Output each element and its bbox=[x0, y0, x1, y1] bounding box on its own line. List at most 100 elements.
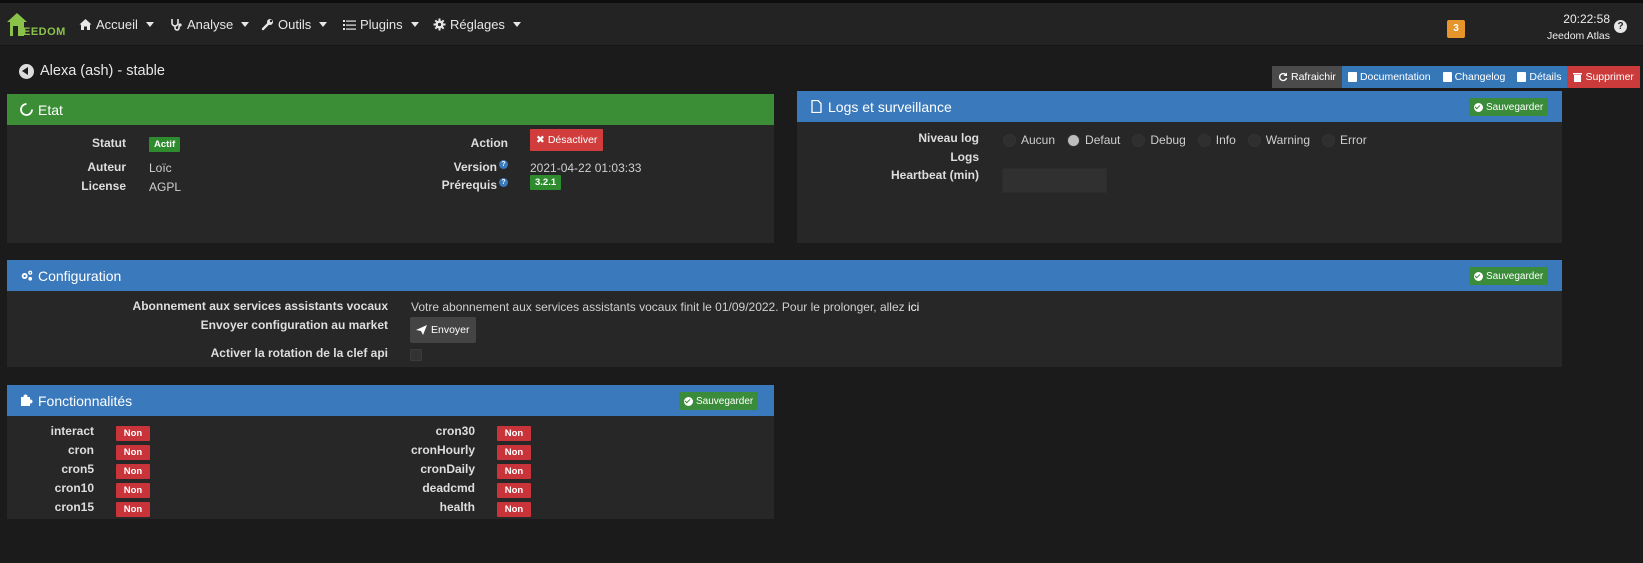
radio-label: Warning bbox=[1265, 133, 1311, 147]
radio-dot bbox=[1003, 133, 1016, 147]
question-circle-icon[interactable]: ? bbox=[499, 160, 508, 169]
logs-save-button[interactable]: Sauvegarder bbox=[1469, 98, 1549, 116]
chevron-down-icon bbox=[145, 22, 154, 27]
config-save-label: Sauvegarder bbox=[1486, 270, 1544, 282]
radio-dot bbox=[1322, 133, 1336, 147]
desactiver-button[interactable]: ✖ Désactiver bbox=[530, 129, 604, 151]
envoyer-button[interactable]: Envoyer bbox=[410, 317, 476, 343]
help-icon[interactable]: ? bbox=[1614, 20, 1627, 33]
feature-status-badge: Non bbox=[497, 483, 531, 498]
feature-status-badge: Non bbox=[497, 464, 531, 479]
nav-analyse[interactable]: Analyse bbox=[170, 17, 250, 32]
delete-label: Supprimer bbox=[1585, 71, 1634, 83]
clock-time: 20:22:58 bbox=[1563, 12, 1610, 26]
logo-text: EEDOM bbox=[23, 26, 66, 38]
feature-status-badge: Non bbox=[116, 464, 150, 479]
auteur-label: Auteur bbox=[87, 160, 126, 174]
rotation-checkbox[interactable] bbox=[410, 349, 422, 361]
fonctionnalites-save-button[interactable]: Sauvegarder bbox=[679, 392, 759, 410]
feature-status-badge: Non bbox=[497, 502, 531, 517]
radio-label: Info bbox=[1215, 133, 1236, 147]
changelog-label: Changelog bbox=[1454, 71, 1506, 83]
nav-plugins[interactable]: Plugins bbox=[343, 17, 419, 32]
puzzle-icon bbox=[21, 394, 33, 406]
book-icon bbox=[1347, 72, 1357, 82]
feature-name: health bbox=[439, 500, 475, 514]
radio-dot bbox=[1132, 133, 1146, 147]
feature-name: deadcmd bbox=[422, 481, 475, 495]
delete-button[interactable]: Supprimer bbox=[1567, 66, 1640, 88]
rotation-label: Activer la rotation de la clef api bbox=[210, 346, 388, 360]
chevron-down-icon bbox=[512, 22, 521, 27]
page-title: Alexa (ash) - stable bbox=[19, 63, 165, 79]
notification-badge[interactable]: 3 bbox=[1447, 20, 1465, 38]
refresh-icon bbox=[1278, 72, 1288, 82]
refresh-label: Rafraichir bbox=[1291, 71, 1336, 83]
radio-label: Debug bbox=[1150, 133, 1186, 147]
cog-icon bbox=[433, 18, 446, 31]
stethoscope-icon bbox=[171, 19, 182, 31]
nav-accueil[interactable]: Accueil bbox=[79, 17, 154, 32]
version-label: Version? bbox=[400, 160, 508, 174]
feature-status-badge: Non bbox=[497, 426, 531, 441]
top-navbar: EEDOM Accueil Analyse Outils Plugins Rég… bbox=[0, 0, 1643, 46]
book-icon bbox=[1517, 72, 1527, 82]
radio-aucun[interactable]: Aucun bbox=[1003, 133, 1055, 147]
feature-status-badge: Non bbox=[116, 502, 150, 517]
details-button[interactable]: Détails bbox=[1511, 66, 1568, 88]
log-level-radio-group: Aucun Defaut Debug Info Warning Error bbox=[1003, 133, 1379, 147]
question-circle-icon[interactable]: ? bbox=[499, 178, 508, 187]
radio-dot bbox=[1247, 133, 1261, 147]
radio-info[interactable]: Info bbox=[1197, 133, 1236, 147]
version-label-text: Version bbox=[453, 160, 497, 174]
prerequis-badge: 3.2.1 bbox=[530, 175, 562, 190]
feature-status-badge: Non bbox=[116, 445, 150, 460]
radio-debug[interactable]: Debug bbox=[1132, 133, 1186, 147]
configuration-title: Configuration bbox=[38, 267, 122, 284]
radio-dot-selected bbox=[1067, 133, 1081, 147]
close-icon: ✖ bbox=[536, 134, 545, 146]
check-circle-icon bbox=[1474, 271, 1483, 281]
radio-defaut[interactable]: Defaut bbox=[1067, 133, 1120, 147]
changelog-button[interactable]: Changelog bbox=[1436, 66, 1512, 88]
logs-label: Logs bbox=[950, 150, 979, 164]
back-arrow-icon[interactable] bbox=[19, 63, 34, 79]
jeedom-logo[interactable]: EEDOM bbox=[6, 9, 66, 41]
documentation-button[interactable]: Documentation bbox=[1341, 66, 1437, 88]
paper-plane-icon bbox=[416, 325, 427, 335]
config-save-button[interactable]: Sauvegarder bbox=[1469, 267, 1549, 285]
etat-title: Etat bbox=[38, 101, 63, 118]
nav-reglages[interactable]: Réglages bbox=[433, 17, 521, 32]
feature-status-badge: Non bbox=[116, 483, 150, 498]
nav-outils[interactable]: Outils bbox=[261, 17, 328, 32]
feature-status-badge: Non bbox=[497, 445, 531, 460]
radio-dot bbox=[1197, 133, 1211, 147]
license-label: License bbox=[81, 179, 126, 193]
abonnement-link[interactable]: ici bbox=[908, 300, 919, 314]
abonnement-label: Abonnement aux services assistants vocau… bbox=[132, 299, 388, 313]
radio-warning[interactable]: Warning bbox=[1247, 133, 1311, 147]
logs-title: Logs et surveillance bbox=[828, 98, 952, 115]
chevron-down-icon bbox=[410, 22, 419, 27]
documentation-label: Documentation bbox=[1359, 71, 1431, 83]
chevron-down-icon bbox=[241, 22, 250, 27]
nav-analyse-label: Analyse bbox=[187, 17, 234, 32]
radio-error[interactable]: Error bbox=[1322, 133, 1367, 147]
refresh-button[interactable]: Rafraichir bbox=[1272, 66, 1342, 88]
desactiver-label: Désactiver bbox=[547, 134, 598, 146]
statut-label: Statut bbox=[92, 136, 126, 150]
heartbeat-input[interactable] bbox=[1002, 168, 1107, 193]
feature-name: interact bbox=[50, 424, 94, 438]
feature-name: cron10 bbox=[54, 481, 94, 495]
fonctionnalites-title: Fonctionnalités bbox=[38, 392, 133, 409]
details-label: Détails bbox=[1529, 71, 1562, 83]
plugin-title: Alexa (ash) - stable bbox=[40, 63, 165, 79]
statut-badge: Actif bbox=[149, 137, 181, 152]
feature-name: cronHourly bbox=[410, 443, 475, 457]
nav-accueil-label: Accueil bbox=[96, 17, 138, 32]
configuration-panel-header: Configuration Sauvegarder bbox=[7, 260, 1562, 291]
user-name[interactable]: Jeedom Atlas bbox=[1520, 30, 1610, 42]
abonnement-message: Votre abonnement aux services assistants… bbox=[411, 300, 905, 314]
check-circle-icon bbox=[1474, 102, 1483, 112]
nav-plugins-label: Plugins bbox=[360, 17, 403, 32]
